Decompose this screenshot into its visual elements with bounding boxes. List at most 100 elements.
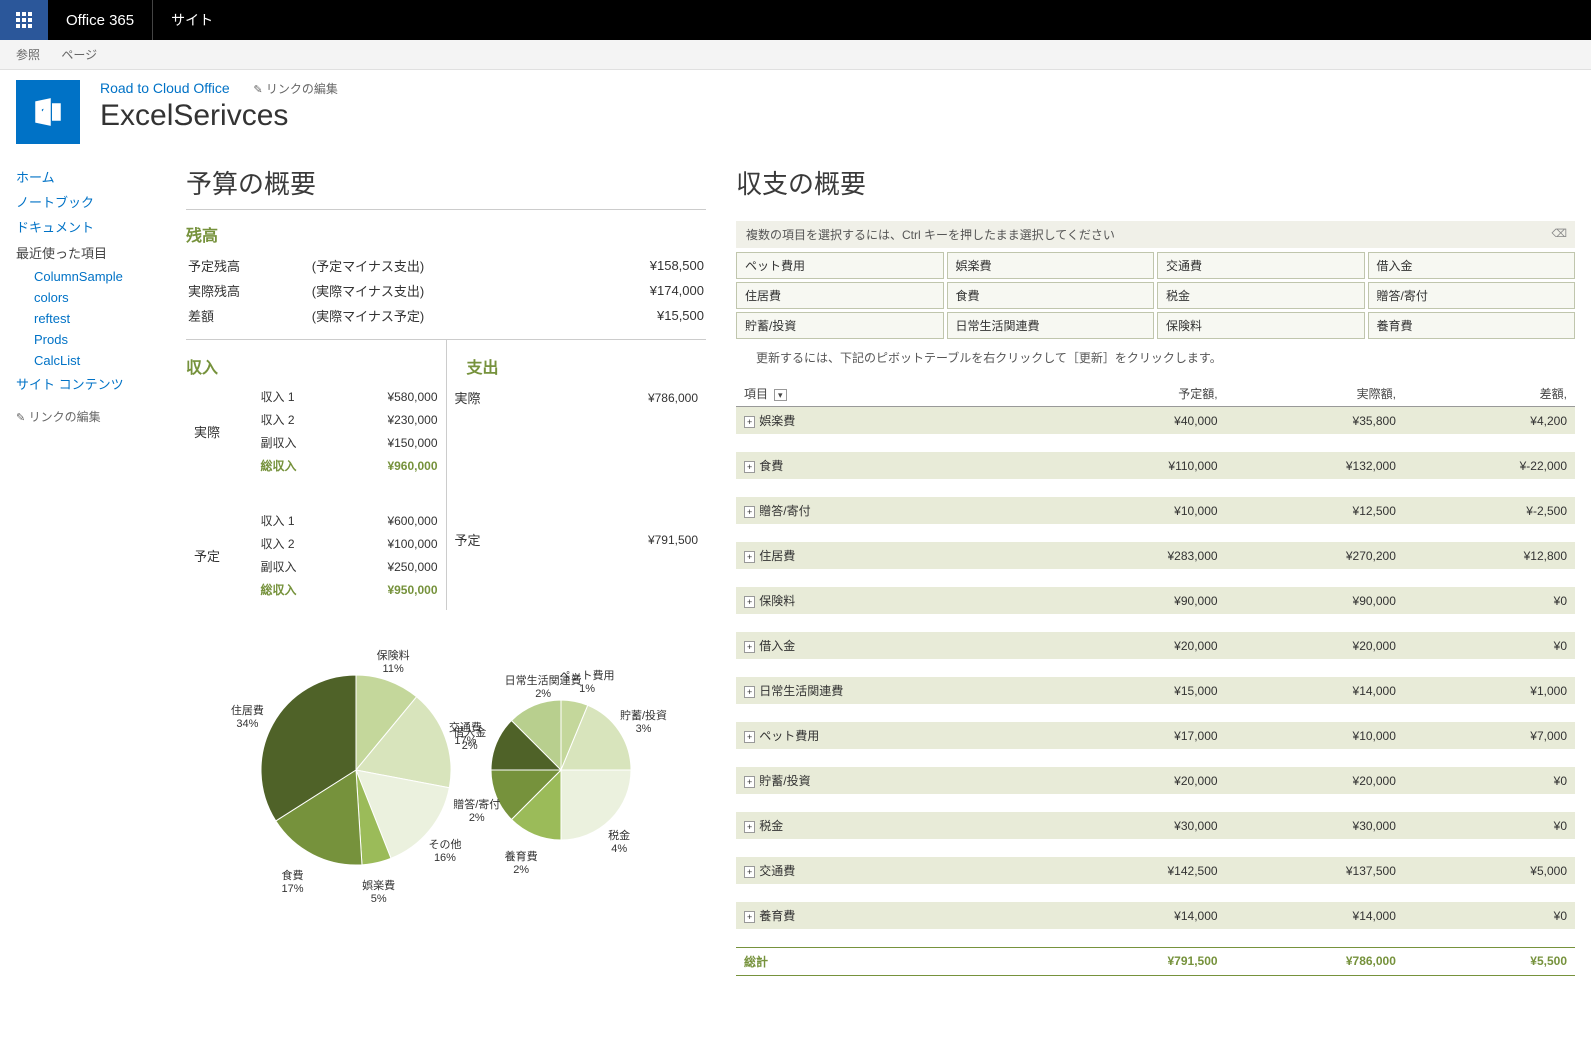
expand-icon[interactable]: + bbox=[744, 731, 755, 743]
pivot-row[interactable]: +貯蓄/投資¥20,000¥20,000¥0 bbox=[736, 767, 1575, 794]
slicer-item[interactable]: 娯楽費 bbox=[947, 252, 1155, 279]
slicer-item[interactable]: 保険料 bbox=[1157, 312, 1365, 339]
pivot-row[interactable]: +借入金¥20,000¥20,000¥0 bbox=[736, 632, 1575, 659]
income-row-value: ¥100,000 bbox=[338, 533, 443, 554]
pencil-icon: ✎ bbox=[253, 84, 262, 96]
income-row-value: ¥250,000 bbox=[338, 556, 443, 577]
balance-label: 実際残高 bbox=[188, 279, 310, 302]
nav-home[interactable]: ホーム bbox=[16, 164, 186, 189]
expand-icon[interactable]: + bbox=[744, 461, 755, 473]
pivot-row[interactable]: +養育費¥14,000¥14,000¥0 bbox=[736, 902, 1575, 929]
balance-label: 差額 bbox=[188, 304, 310, 327]
clear-filter-icon[interactable]: ⌫ bbox=[1551, 227, 1567, 240]
budget-title: 予算の概要 bbox=[186, 164, 706, 210]
slicer-item[interactable]: 養育費 bbox=[1368, 312, 1576, 339]
income-block-label: 実際 bbox=[188, 386, 253, 476]
pivot-row[interactable]: +税金¥30,000¥30,000¥0 bbox=[736, 812, 1575, 839]
pie-chart-other: ペット費用1%貯蓄/投資3%税金4%養育費2%贈答/寄付2%借入金2%日常生活関… bbox=[491, 700, 631, 840]
pivot-row[interactable]: +保険料¥90,000¥90,000¥0 bbox=[736, 587, 1575, 614]
site-label[interactable]: サイト bbox=[153, 10, 231, 30]
expense-header: 支出 bbox=[447, 354, 707, 378]
nav-edit-links[interactable]: ✎ リンクの編集 bbox=[16, 408, 186, 425]
pivot-row[interactable]: +贈答/寄付¥10,000¥12,500¥-2,500 bbox=[736, 497, 1575, 524]
balance-value: ¥174,000 bbox=[577, 279, 704, 302]
slicer-item[interactable]: ペット費用 bbox=[736, 252, 944, 279]
income-row-label: 収入 2 bbox=[255, 409, 337, 430]
expand-icon[interactable]: + bbox=[744, 686, 755, 698]
income-row-value: ¥230,000 bbox=[338, 409, 443, 430]
top-bar: Office 365 サイト bbox=[0, 0, 1591, 40]
tab-page[interactable]: ページ bbox=[61, 48, 97, 62]
slicer-item[interactable]: 日常生活関連費 bbox=[947, 312, 1155, 339]
income-total-value: ¥950,000 bbox=[338, 579, 443, 600]
pivot-row[interactable]: +交通費¥142,500¥137,500¥5,000 bbox=[736, 857, 1575, 884]
sharepoint-logo[interactable] bbox=[16, 80, 80, 144]
expand-icon[interactable]: + bbox=[744, 416, 755, 428]
slicer-item[interactable]: 交通費 bbox=[1157, 252, 1365, 279]
budget-panel: 予算の概要 残高 予定残高(予定マイナス支出)¥158,500実際残高(実際マイ… bbox=[186, 164, 706, 976]
nav-documents[interactable]: ドキュメント bbox=[16, 214, 186, 239]
ribbon-tabs: 参照 ページ bbox=[0, 40, 1591, 70]
dropdown-icon[interactable]: ▾ bbox=[774, 389, 787, 401]
nav-site-contents[interactable]: サイト コンテンツ bbox=[16, 371, 186, 396]
balance-value: ¥15,500 bbox=[577, 304, 704, 327]
pivot-total-row: 総計¥791,500¥786,000¥5,500 bbox=[736, 947, 1575, 975]
income-row-label: 副収入 bbox=[255, 556, 337, 577]
pie-slice-label: 日常生活関連費2% bbox=[505, 672, 582, 700]
nav-notebook[interactable]: ノートブック bbox=[16, 189, 186, 214]
pivot-row[interactable]: +ペット費用¥17,000¥10,000¥7,000 bbox=[736, 722, 1575, 749]
pie-slice-label: 借入金2% bbox=[453, 724, 486, 752]
expense-actual-value: ¥786,000 bbox=[547, 386, 704, 409]
sidebar: ホーム ノートブック ドキュメント 最近使った項目 ColumnSample c… bbox=[16, 164, 186, 976]
pie-slice-label: 娯楽費5% bbox=[362, 877, 395, 905]
pivot-row[interactable]: +娯楽費¥40,000¥35,800¥4,200 bbox=[736, 407, 1575, 435]
pie-slice-label: 養育費2% bbox=[505, 848, 538, 876]
nav-recent-item[interactable]: CalcList bbox=[16, 350, 186, 371]
breadcrumb-link[interactable]: Road to Cloud Office bbox=[100, 80, 230, 96]
nav-recent-item[interactable]: colors bbox=[16, 287, 186, 308]
pie-slice-label: 貯蓄/投資3% bbox=[620, 707, 667, 735]
balance-note: (予定マイナス支出) bbox=[312, 254, 575, 277]
pivot-row[interactable]: +日常生活関連費¥15,000¥14,000¥1,000 bbox=[736, 677, 1575, 704]
pie-chart-main: 保険料11%交通費17%その他16%娯楽費5%食費17%住居費34% bbox=[261, 675, 451, 865]
page-title: ExcelSerivces bbox=[100, 99, 338, 133]
summary-title: 収支の概要 bbox=[736, 164, 1575, 209]
pie-slice-label: その他16% bbox=[428, 836, 461, 864]
expand-icon[interactable]: + bbox=[744, 551, 755, 563]
expand-icon[interactable]: + bbox=[744, 911, 755, 923]
slicer-item[interactable]: 食費 bbox=[947, 282, 1155, 309]
edit-links-button[interactable]: ✎ リンクの編集 bbox=[253, 82, 338, 96]
income-row-label: 収入 1 bbox=[255, 510, 337, 531]
slicer-item[interactable]: 借入金 bbox=[1368, 252, 1576, 279]
page-header: Road to Cloud Office ✎ リンクの編集 ExcelSeriv… bbox=[0, 70, 1591, 154]
slicer-item[interactable]: 住居費 bbox=[736, 282, 944, 309]
office365-label[interactable]: Office 365 bbox=[48, 0, 153, 40]
expand-icon[interactable]: + bbox=[744, 866, 755, 878]
pivot-row[interactable]: +住居費¥283,000¥270,200¥12,800 bbox=[736, 542, 1575, 569]
summary-panel: 収支の概要 複数の項目を選択するには、Ctrl キーを押したまま選択してください… bbox=[736, 164, 1575, 976]
nav-recent-item[interactable]: ColumnSample bbox=[16, 266, 186, 287]
tab-browse[interactable]: 参照 bbox=[16, 48, 40, 62]
pie-slice-label: 保険料11% bbox=[377, 647, 410, 675]
nav-recent-item[interactable]: reftest bbox=[16, 308, 186, 329]
balance-note: (実際マイナス支出) bbox=[312, 279, 575, 302]
expand-icon[interactable]: + bbox=[744, 641, 755, 653]
pivot-col-item: 項目▾ bbox=[736, 381, 1047, 407]
slicer-item[interactable]: 貯蓄/投資 bbox=[736, 312, 944, 339]
nav-recent-item[interactable]: Prods bbox=[16, 329, 186, 350]
expense-planned-value: ¥791,500 bbox=[547, 528, 704, 551]
slicer-item[interactable]: 税金 bbox=[1157, 282, 1365, 309]
pivot-row[interactable]: +食費¥110,000¥132,000¥-22,000 bbox=[736, 452, 1575, 479]
slicer-item[interactable]: 贈答/寄付 bbox=[1368, 282, 1576, 309]
expand-icon[interactable]: + bbox=[744, 596, 755, 608]
income-total-label: 総収入 bbox=[255, 455, 337, 476]
expand-icon[interactable]: + bbox=[744, 776, 755, 788]
expand-icon[interactable]: + bbox=[744, 821, 755, 833]
nav-recent-label: 最近使った項目 bbox=[16, 239, 186, 266]
pie-slice-label: 贈答/寄付2% bbox=[453, 796, 500, 824]
app-launcher-button[interactable] bbox=[0, 0, 48, 40]
income-block-label: 予定 bbox=[188, 510, 253, 600]
income-header: 収入 bbox=[186, 354, 446, 378]
balance-note: (実際マイナス予定) bbox=[312, 304, 575, 327]
expand-icon[interactable]: + bbox=[744, 506, 755, 518]
